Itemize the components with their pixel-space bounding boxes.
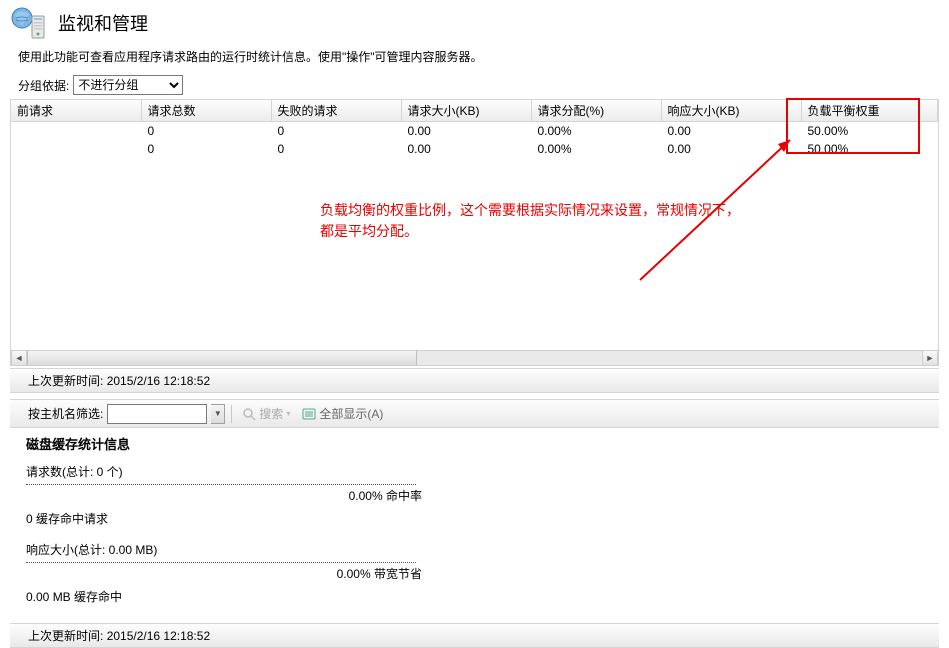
col-failed-requests[interactable]: 失败的请求 <box>271 100 401 122</box>
last-update-label: 上次更新时间: <box>28 374 103 388</box>
header-icons <box>10 6 48 40</box>
col-request-alloc[interactable]: 请求分配(%) <box>531 100 661 122</box>
scroll-thumb[interactable] <box>27 351 417 365</box>
group-by-row: 分组依据: 不进行分组 <box>0 75 949 99</box>
show-all-icon <box>302 407 316 421</box>
col-total-requests[interactable]: 请求总数 <box>141 100 271 122</box>
cache-hit-mb: 0.00 MB 缓存命中 <box>26 588 939 605</box>
page-description: 使用此功能可查看应用程序请求路由的运行时统计信息。使用"操作"可管理内容服务器。 <box>0 44 949 75</box>
group-by-label: 分组依据: <box>18 77 69 94</box>
stats-requests-block: 请求数(总计: 0 个) 0.00% 命中率 0 缓存命中请求 <box>26 463 939 527</box>
filter-input[interactable] <box>107 404 207 424</box>
last-update-value: 2015/2/16 12:18:52 <box>107 629 210 643</box>
col-load-balance-weight[interactable]: 负载平衡权重 <box>801 100 938 122</box>
scroll-right-icon[interactable]: ► <box>922 351 938 365</box>
bandwidth-saving: 0.00% 带宽节省 <box>26 565 426 582</box>
monitoring-table: 前请求 请求总数 失败的请求 请求大小(KB) 请求分配(%) 响应大小(KB)… <box>10 99 939 158</box>
stats-divider <box>26 484 416 485</box>
stats-divider <box>26 562 416 563</box>
group-by-select[interactable]: 不进行分组 <box>73 75 183 95</box>
hit-rate: 0.00% 命中率 <box>26 487 426 504</box>
response-total: 响应大小(总计: 0.00 MB) <box>26 541 939 558</box>
filter-toolbar: 按主机名筛选: ▼ 搜索 ▾ 全部显示(A) <box>10 399 939 428</box>
disk-cache-stats: 磁盘缓存统计信息 请求数(总计: 0 个) 0.00% 命中率 0 缓存命中请求… <box>0 428 949 623</box>
toolbar-separator <box>231 405 232 423</box>
upper-panel-space <box>10 158 939 350</box>
chevron-down-icon: ▾ <box>286 409 290 418</box>
horizontal-scrollbar[interactable]: ◄ ► <box>10 350 939 366</box>
requests-total: 请求数(总计: 0 个) <box>26 463 939 480</box>
search-icon <box>242 407 256 421</box>
last-update-label: 上次更新时间: <box>28 629 103 643</box>
stats-response-block: 响应大小(总计: 0.00 MB) 0.00% 带宽节省 0.00 MB 缓存命… <box>26 541 939 605</box>
col-request-size[interactable]: 请求大小(KB) <box>401 100 531 122</box>
table-row[interactable]: 0 0 0.00 0.00% 0.00 50.00% <box>11 122 938 141</box>
last-update-value: 2015/2/16 12:18:52 <box>107 374 210 388</box>
col-response-size[interactable]: 响应大小(KB) <box>661 100 801 122</box>
page-title: 监视和管理 <box>58 10 148 36</box>
last-update-bar-1: 上次更新时间: 2015/2/16 12:18:52 <box>10 368 939 393</box>
page-header: 监视和管理 <box>0 0 949 44</box>
scroll-track[interactable] <box>417 351 922 365</box>
filter-label: 按主机名筛选: <box>28 405 103 422</box>
col-prev-requests[interactable]: 前请求 <box>11 100 141 122</box>
search-button[interactable]: 搜索 ▾ <box>238 403 294 424</box>
cache-hit-requests: 0 缓存命中请求 <box>26 510 939 527</box>
show-all-button[interactable]: 全部显示(A) <box>298 403 387 424</box>
stats-title: 磁盘缓存统计信息 <box>26 434 939 453</box>
table-row[interactable]: 0 0 0.00 0.00% 0.00 50.00% <box>11 140 938 158</box>
filter-dropdown-icon[interactable]: ▼ <box>211 404 225 424</box>
last-update-bar-2: 上次更新时间: 2015/2/16 12:18:52 <box>10 623 939 648</box>
scroll-left-icon[interactable]: ◄ <box>11 351 27 365</box>
